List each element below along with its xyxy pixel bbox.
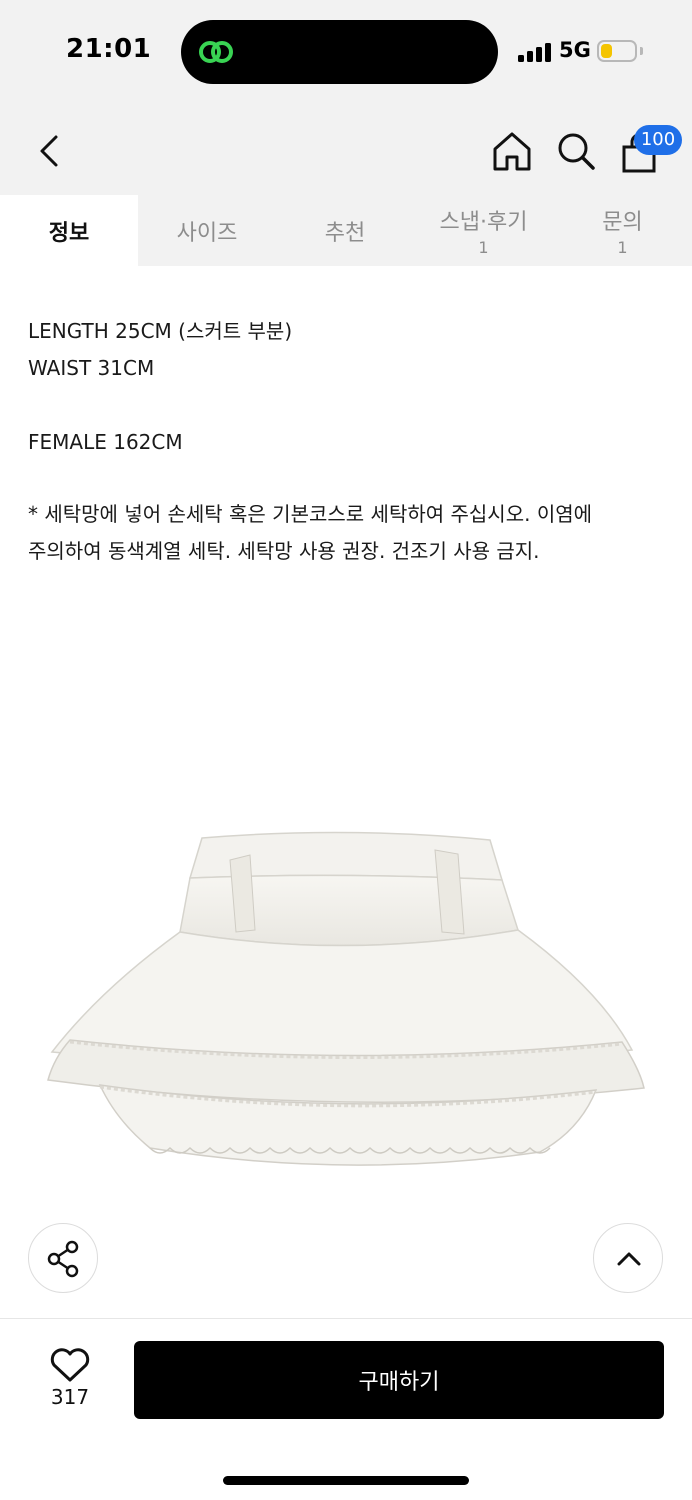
tab-label: 스냅·후기 [439, 210, 528, 235]
description-line: LENGTH 25CM (스커트 부분) [28, 319, 293, 343]
tab-bar: 정보 사이즈 추천 스냅·후기 1 문의 1 [0, 195, 692, 266]
search-icon[interactable] [554, 129, 598, 173]
signal-icon [518, 42, 552, 62]
like-count: 317 [50, 1385, 90, 1409]
link-app-icon [199, 41, 233, 63]
network-type: 5G [559, 38, 591, 62]
tab-size[interactable]: 사이즈 [138, 195, 276, 266]
chevron-left-icon[interactable] [30, 129, 70, 173]
chevron-up-icon [617, 1252, 641, 1266]
share-button[interactable] [28, 1223, 98, 1293]
tab-recommend[interactable]: 추천 [276, 195, 414, 266]
dynamic-island [181, 20, 498, 84]
status-bar: 21:01 5G [0, 0, 692, 105]
battery-icon [597, 40, 637, 62]
description-line: FEMALE 162CM [28, 430, 183, 454]
product-image [47, 831, 645, 1166]
share-icon [47, 1240, 79, 1278]
status-time: 21:01 [66, 34, 152, 64]
product-description: LENGTH 25CM (스커트 부분) WAIST 31CM FEMALE 1… [28, 313, 668, 461]
battery-tip [640, 47, 643, 55]
tab-info[interactable]: 정보 [0, 195, 138, 266]
tab-label: 사이즈 [176, 220, 238, 246]
tab-label: 문의 [602, 210, 643, 235]
home-icon[interactable] [490, 129, 534, 173]
buy-button[interactable]: 구매하기 [134, 1341, 664, 1419]
heart-icon[interactable] [40, 1345, 100, 1385]
tab-inquiry[interactable]: 문의 1 [553, 195, 692, 266]
tab-count: 1 [617, 238, 628, 257]
buy-button-label: 구매하기 [358, 1370, 440, 1395]
care-instructions: * 세탁망에 넣어 손세탁 혹은 기본코스로 세탁하여 주십시오. 이염에 주의… [28, 502, 593, 563]
tab-count: 1 [478, 238, 489, 257]
home-indicator [223, 1476, 469, 1485]
description-line: WAIST 31CM [28, 356, 155, 380]
app-header: 100 [0, 105, 692, 195]
tab-label: 정보 [48, 220, 90, 246]
tab-snap-review[interactable]: 스냅·후기 1 [414, 195, 553, 266]
tab-label: 추천 [324, 220, 366, 246]
scroll-top-button[interactable] [593, 1223, 663, 1293]
cart-count-badge: 100 [634, 125, 682, 155]
